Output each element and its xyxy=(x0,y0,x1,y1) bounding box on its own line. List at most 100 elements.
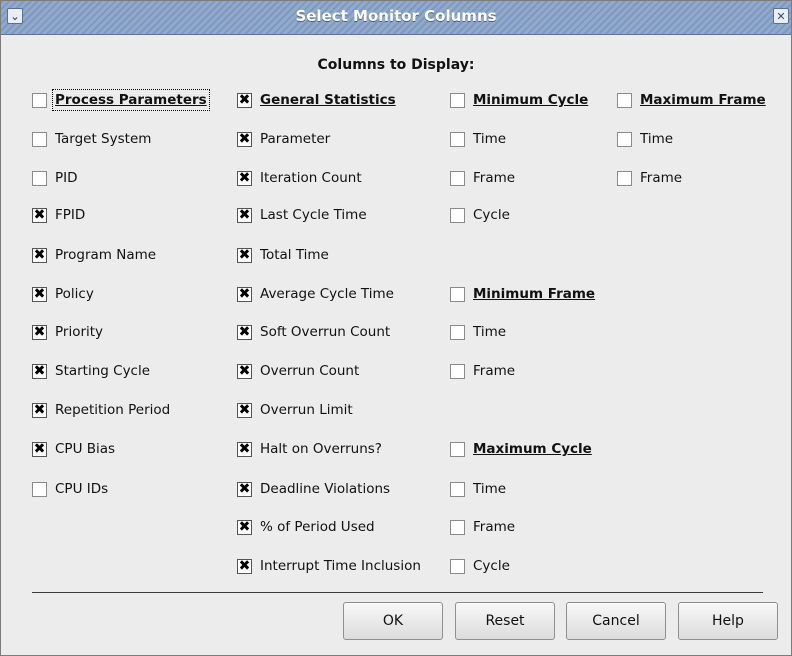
checkbox-last-cycle-time[interactable]: ✖ Last Cycle Time xyxy=(237,205,367,225)
checkbox-target-system[interactable]: Target System xyxy=(32,129,151,149)
x-mark-icon: ✖ xyxy=(238,170,251,186)
checkbox-priority[interactable]: ✖ Priority xyxy=(32,322,103,342)
checkbox-label: FPID xyxy=(55,207,86,223)
checkbox-box[interactable]: ✖ xyxy=(237,286,252,302)
checkbox-starting-cycle[interactable]: ✖ Starting Cycle xyxy=(32,361,150,381)
checkbox-box[interactable]: ✖ xyxy=(237,131,252,147)
checkbox-label: Time xyxy=(473,481,507,497)
checkbox-box[interactable] xyxy=(617,170,632,186)
checkbox-overrun-count[interactable]: ✖ Overrun Count xyxy=(237,361,359,381)
checkbox-label: Interrupt Time Inclusion xyxy=(260,558,421,574)
checkbox-box[interactable]: ✖ xyxy=(32,441,47,457)
checkbox-label: Overrun Count xyxy=(260,363,360,379)
checkbox-label: Frame xyxy=(473,519,516,535)
checkbox-maximum-cycle[interactable]: Maximum Cycle xyxy=(450,439,592,459)
checkbox-label: Maximum Cycle xyxy=(473,441,592,457)
checkbox-label: Time xyxy=(473,324,507,340)
checkbox-max-frame-time[interactable]: Time xyxy=(617,129,673,149)
checkbox-box[interactable]: ✖ xyxy=(237,558,252,574)
ok-button[interactable]: OK xyxy=(343,602,443,640)
checkbox-cpu-bias[interactable]: ✖ CPU Bias xyxy=(32,439,115,459)
checkbox-box[interactable]: ✖ xyxy=(237,324,252,340)
checkbox-fpid[interactable]: ✖ FPID xyxy=(32,205,85,225)
checkbox-box[interactable] xyxy=(450,131,465,147)
checkbox-min-cycle-cycle[interactable]: Cycle xyxy=(450,205,510,225)
checkbox-overrun-limit[interactable]: ✖ Overrun Limit xyxy=(237,400,353,420)
checkbox-minimum-cycle[interactable]: Minimum Cycle xyxy=(450,90,588,110)
checkbox-min-frame-frame[interactable]: Frame xyxy=(450,361,515,381)
checkbox-box[interactable] xyxy=(32,131,47,147)
checkbox-box[interactable]: ✖ xyxy=(32,363,47,379)
checkbox-box[interactable] xyxy=(450,92,465,108)
checkbox-box[interactable] xyxy=(32,170,47,186)
checkbox-max-cycle-time[interactable]: Time xyxy=(450,479,506,499)
checkbox-box[interactable] xyxy=(450,170,465,186)
checkbox-box[interactable]: ✖ xyxy=(32,324,47,340)
checkbox-box[interactable] xyxy=(450,286,465,302)
checkbox-box[interactable] xyxy=(617,131,632,147)
checkbox-box[interactable]: ✖ xyxy=(32,402,47,418)
checkbox-box[interactable]: ✖ xyxy=(237,519,252,535)
checkbox-parameter[interactable]: ✖ Parameter xyxy=(237,129,330,149)
checkbox-label: Frame xyxy=(640,170,683,186)
checkbox-soft-overrun-count[interactable]: ✖ Soft Overrun Count xyxy=(237,322,390,342)
checkbox-box[interactable]: ✖ xyxy=(237,402,252,418)
checkbox-box[interactable] xyxy=(450,481,465,497)
checkbox-box[interactable] xyxy=(617,92,632,108)
checkbox-max-frame-frame[interactable]: Frame xyxy=(617,168,682,188)
checkbox-label: Maximum Frame xyxy=(640,92,766,108)
dialog-window: ⌄ Select Monitor Columns ✕ Columns to Di… xyxy=(0,0,792,656)
checkbox-average-cycle-time[interactable]: ✖ Average Cycle Time xyxy=(237,284,394,304)
checkbox-box[interactable]: ✖ xyxy=(237,207,252,223)
title-bar[interactable]: ⌄ Select Monitor Columns ✕ xyxy=(1,1,791,35)
checkbox-percent-of-period-used[interactable]: ✖ % of Period Used xyxy=(237,517,375,537)
checkbox-label: Repetition Period xyxy=(55,402,171,418)
checkbox-pid[interactable]: PID xyxy=(32,168,78,188)
checkbox-box[interactable]: ✖ xyxy=(237,92,252,108)
reset-button[interactable]: Reset xyxy=(455,602,555,640)
checkbox-box[interactable] xyxy=(450,363,465,379)
columns-heading: Columns to Display: xyxy=(317,57,475,73)
checkbox-box[interactable]: ✖ xyxy=(237,441,252,457)
checkbox-label: Halt on Overruns? xyxy=(260,441,382,457)
checkbox-box[interactable]: ✖ xyxy=(237,481,252,497)
checkbox-box[interactable] xyxy=(450,558,465,574)
checkbox-label: CPU IDs xyxy=(55,481,109,497)
checkbox-min-cycle-frame[interactable]: Frame xyxy=(450,168,515,188)
window-close-button[interactable]: ✕ xyxy=(773,8,789,24)
checkbox-max-cycle-cycle[interactable]: Cycle xyxy=(450,556,510,576)
checkbox-maximum-frame[interactable]: Maximum Frame xyxy=(617,90,766,110)
checkbox-box[interactable] xyxy=(450,441,465,457)
checkbox-box[interactable] xyxy=(450,519,465,535)
checkbox-box[interactable] xyxy=(450,207,465,223)
checkbox-box[interactable] xyxy=(32,92,47,108)
checkbox-box[interactable] xyxy=(450,324,465,340)
checkbox-minimum-frame[interactable]: Minimum Frame xyxy=(450,284,595,304)
checkbox-halt-on-overruns[interactable]: ✖ Halt on Overruns? xyxy=(237,439,382,459)
checkbox-box[interactable]: ✖ xyxy=(237,247,252,263)
checkbox-box[interactable]: ✖ xyxy=(32,286,47,302)
checkbox-box[interactable]: ✖ xyxy=(32,207,47,223)
checkbox-repetition-period[interactable]: ✖ Repetition Period xyxy=(32,400,170,420)
checkbox-cpu-ids[interactable]: CPU IDs xyxy=(32,479,108,499)
checkbox-process-parameters[interactable]: Process Parameters xyxy=(32,89,210,111)
checkbox-label: % of Period Used xyxy=(260,519,375,535)
checkbox-max-cycle-frame[interactable]: Frame xyxy=(450,517,515,537)
checkbox-box[interactable]: ✖ xyxy=(237,363,252,379)
checkbox-interrupt-time-inclusion[interactable]: ✖ Interrupt Time Inclusion xyxy=(237,556,421,576)
checkbox-min-cycle-time[interactable]: Time xyxy=(450,129,506,149)
cancel-button[interactable]: Cancel xyxy=(566,602,666,640)
x-mark-icon: ✖ xyxy=(238,92,251,108)
checkbox-box[interactable] xyxy=(32,481,47,497)
x-mark-icon: ✖ xyxy=(238,519,251,535)
checkbox-policy[interactable]: ✖ Policy xyxy=(32,284,94,304)
checkbox-general-statistics[interactable]: ✖ General Statistics xyxy=(237,90,396,110)
checkbox-min-frame-time[interactable]: Time xyxy=(450,322,506,342)
checkbox-total-time[interactable]: ✖ Total Time xyxy=(237,245,329,265)
checkbox-deadline-violations[interactable]: ✖ Deadline Violations xyxy=(237,479,390,499)
checkbox-box[interactable]: ✖ xyxy=(32,247,47,263)
checkbox-iteration-count[interactable]: ✖ Iteration Count xyxy=(237,168,362,188)
checkbox-program-name[interactable]: ✖ Program Name xyxy=(32,245,156,265)
checkbox-box[interactable]: ✖ xyxy=(237,170,252,186)
help-button[interactable]: Help xyxy=(678,602,778,640)
